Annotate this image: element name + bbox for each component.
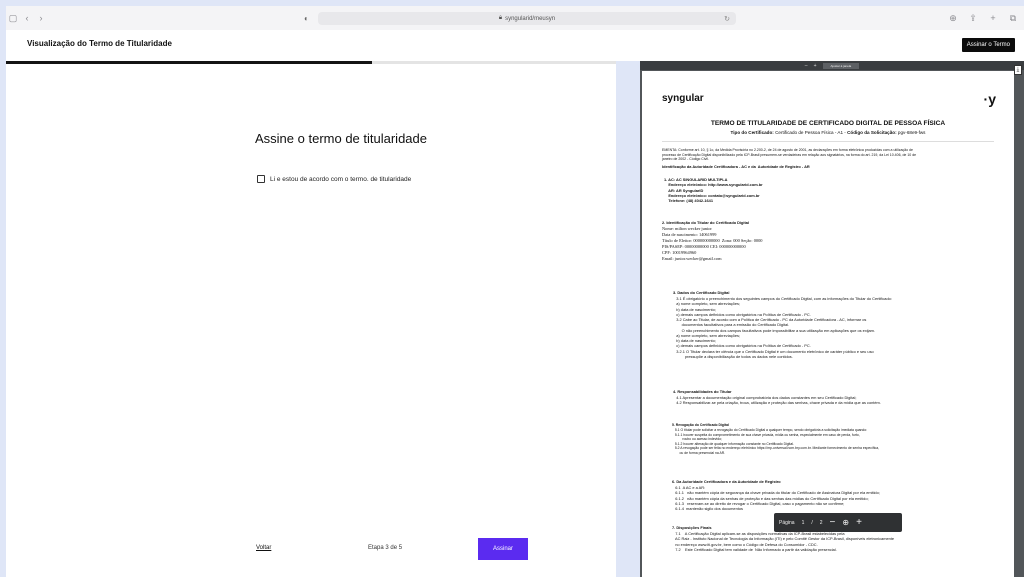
sign-term-button[interactable]: Assinar o Termo — [961, 38, 1015, 52]
sign-button[interactable]: Assinar — [478, 538, 528, 560]
save-document-icon[interactable]: ⤓ — [1014, 65, 1022, 75]
request-code-value: pgv-68e9-fws — [896, 130, 926, 135]
responsabilidades-block: 4.1 Apresentar a documentação original c… — [676, 395, 881, 406]
lock-icon: 🔒︎ — [498, 15, 503, 21]
browser-toolbar: ▢ ‹ › ◐ 🔒︎ syngularid/meusyn ↻ ⊕ ⇪ + ⧉ — [6, 6, 1024, 30]
agree-row[interactable]: Li e estou de acordo com o termo. de tit… — [257, 175, 411, 183]
url-text: syngularid/meusyn — [505, 15, 556, 22]
agree-checkbox[interactable] — [257, 175, 265, 183]
tabs-overview-icon[interactable]: ⧉ — [1006, 13, 1020, 24]
ac-block: 1. AC: AC SINGULARID MULTIPLA Endereço e… — [664, 177, 763, 204]
viewer-toolbar: – + Ajustar à janela — [640, 61, 1024, 70]
ementa-heading: Identificação da Autoridade Certificador… — [662, 164, 810, 169]
request-code-label: Código da Solicitação: — [847, 130, 897, 135]
revogacao-block: 5.1 O titular pode solicitar a revogação… — [674, 428, 880, 455]
download-icon[interactable]: ⊕ — [946, 13, 960, 24]
ementa-text: EMENTA: Conforme art. 10, § 1o, da Medid… — [662, 148, 917, 162]
disposicoes-heading: 7. Disposições Finais — [672, 525, 712, 530]
current-page[interactable]: 1 — [802, 520, 805, 526]
agree-label[interactable]: Li e estou de acordo com o termo. de tit… — [270, 176, 411, 183]
progress-fill — [6, 61, 372, 64]
page-separator: / — [811, 519, 813, 526]
autoridade-heading: 6. Da Autoridade Certificadora e da Auto… — [672, 479, 781, 484]
disposicoes-block: 7.1 A Certificação Digital aplicam-se as… — [675, 531, 895, 552]
titular-block: Nome: milton wecker junior Data de nasci… — [662, 226, 763, 261]
autoridade-block: 6.1 A AC e a AR: 6.1.1 não mantém cópia … — [675, 485, 880, 512]
page-title: Visualização do Termo de Titularidade — [27, 39, 172, 48]
zoom-out-button[interactable]: – — [805, 63, 808, 69]
zoom-in-button[interactable]: + — [814, 63, 817, 69]
address-bar[interactable]: 🔒︎ syngularid/meusyn ↻ — [318, 12, 736, 25]
page-navigator: Página 1 / 2 − ⊕ + — [774, 513, 902, 532]
certificate-type-label: Tipo do Certificado: — [730, 130, 774, 135]
divider — [662, 141, 994, 142]
dados-heading: 3. Dados do Certificado Digital — [673, 290, 730, 295]
back-arrow-icon[interactable]: ‹ — [20, 13, 34, 23]
back-link[interactable]: Voltar — [256, 545, 271, 551]
progress-track — [6, 61, 616, 64]
page-label: Página — [779, 519, 795, 526]
total-pages: 2 — [819, 519, 823, 526]
privacy-shield-icon[interactable]: ◐ — [304, 14, 309, 23]
forward-arrow-icon[interactable]: › — [34, 13, 48, 23]
document-subtitle: Tipo do Certificado: Certificado de Pess… — [642, 130, 1014, 135]
document-page: syngular ·y TERMO DE TITULARIDADE DE CER… — [642, 71, 1014, 577]
share-icon[interactable]: ⇪ — [966, 13, 980, 24]
app-header: Visualização do Termo de Titularidade As… — [6, 30, 1024, 61]
reload-icon[interactable]: ↻ — [724, 15, 730, 23]
dados-block: 3.1 É obrigatório o preenchimento dos se… — [676, 296, 892, 359]
new-tab-icon[interactable]: + — [986, 13, 1000, 24]
brand-mark: ·y — [983, 91, 996, 107]
certificate-type-value: Certificado de Pessoa Física - A1 - — [773, 130, 848, 135]
syngular-logo: syngular — [662, 93, 704, 104]
document-title: TERMO DE TITULARIDADE DE CERTIFICADO DIG… — [710, 120, 946, 127]
step-indicator: Etapa 3 de 5 — [368, 545, 403, 551]
titular-heading: 2. Identificação do Titular do Certifica… — [662, 220, 750, 225]
responsabilidades-heading: 4. Responsabilidades do Titular — [673, 389, 732, 394]
sidebar-toggle-icon[interactable]: ▢ — [6, 13, 20, 24]
section-heading: Assine o termo de titularidade — [255, 131, 427, 146]
zoom-in-icon[interactable]: + — [856, 517, 862, 528]
fit-to-window-button[interactable]: Ajustar à janela — [822, 62, 860, 69]
revogacao-heading: 5. Revogação do Certificado Digital — [672, 423, 729, 427]
pdf-viewer[interactable]: – + Ajustar à janela ⤓ syngular ·y TERMO… — [640, 61, 1024, 577]
zoom-out-icon[interactable]: − — [830, 517, 836, 528]
signing-panel: Assine o termo de titularidade Li e esto… — [6, 61, 616, 577]
zoom-reset-icon[interactable]: ⊕ — [842, 518, 849, 528]
